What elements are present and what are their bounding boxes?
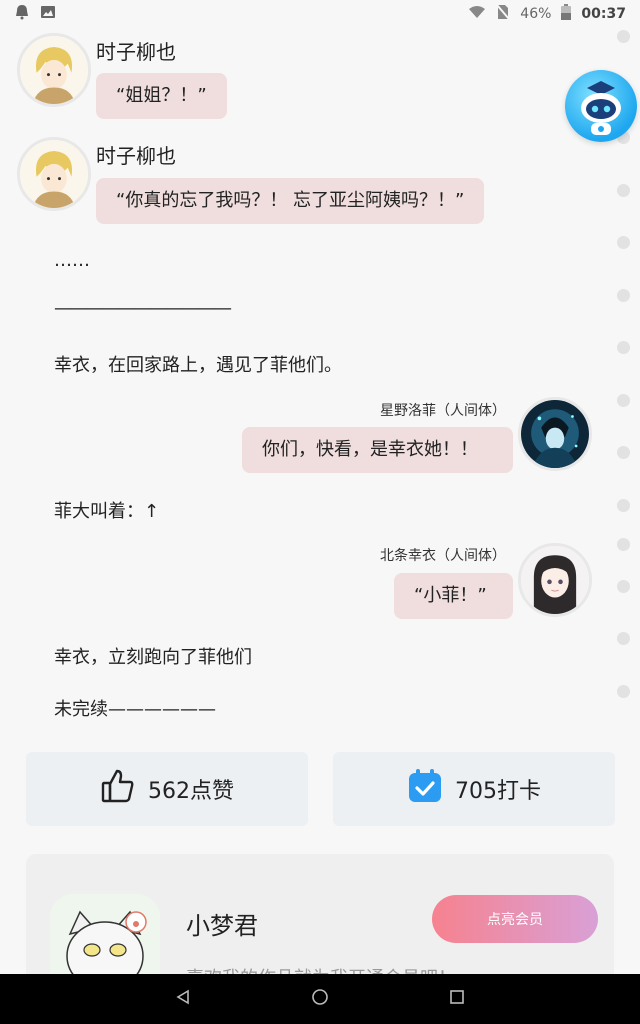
battery-percent: 46% <box>520 6 552 22</box>
recents-icon[interactable] <box>449 989 465 1010</box>
chat-bubble[interactable]: 你们，快看，是幸衣她！！ <box>242 427 513 473</box>
sender-name: 北条幸衣（人间体） <box>380 548 506 564</box>
narration-text: 幸衣，在回家路上，遇见了菲他们。 <box>54 355 342 376</box>
sender-name: 时子柳也 <box>96 40 176 64</box>
battery-icon <box>561 4 572 24</box>
avatar[interactable] <box>17 137 91 211</box>
avatar[interactable] <box>518 397 592 471</box>
chat-bubble[interactable]: “小菲！” <box>394 573 513 619</box>
narration-text: 菲大叫着：↑ <box>54 501 160 522</box>
sender-name: 时子柳也 <box>96 144 176 168</box>
like-count: 562点赞 <box>148 779 234 804</box>
checkin-button[interactable]: 705打卡 <box>333 752 615 826</box>
navigation-bar <box>0 974 640 1024</box>
wifi-icon <box>468 5 486 23</box>
sender-name: 星野洛菲（人间体） <box>380 403 506 419</box>
narration-text: ——————————— <box>54 298 232 319</box>
chat-bubble[interactable]: “姐姐？！” <box>96 73 227 119</box>
rail-dot[interactable] <box>617 341 630 354</box>
narration-text: 幸衣，立刻跑向了菲他们 <box>54 647 252 668</box>
calendar-check-icon <box>407 768 443 810</box>
clock: 00:37 <box>581 6 626 22</box>
status-bar: 46% 00:37 <box>0 0 640 28</box>
author-avatar[interactable] <box>50 894 160 984</box>
thumbs-up-icon <box>100 768 136 810</box>
rail-dot[interactable] <box>617 30 630 43</box>
narration-text: …… <box>54 250 90 271</box>
rail-dot[interactable] <box>617 236 630 249</box>
chat-bubble[interactable]: “你真的忘了我吗？！ 忘了亚尘阿姨吗？！” <box>96 178 485 224</box>
checkin-count: 705打卡 <box>455 779 541 804</box>
no-sim-icon <box>496 4 511 24</box>
back-icon[interactable] <box>175 989 191 1010</box>
image-icon <box>40 4 56 24</box>
avatar[interactable] <box>518 543 592 617</box>
avatar[interactable] <box>17 33 91 107</box>
like-button[interactable]: 562点赞 <box>26 752 308 826</box>
rail-dot[interactable] <box>617 685 630 698</box>
rail-dot[interactable] <box>617 394 630 407</box>
rail-dot[interactable] <box>617 446 630 459</box>
rail-dot[interactable] <box>617 499 630 512</box>
activate-membership-button[interactable]: 点亮会员 <box>432 895 598 943</box>
notification-icon <box>14 4 30 24</box>
narration-text: 未完续—————— <box>54 699 216 720</box>
rail-dot[interactable] <box>617 580 630 593</box>
robot-assistant-icon[interactable] <box>565 70 637 142</box>
rail-dot[interactable] <box>617 538 630 551</box>
rail-dot[interactable] <box>617 632 630 645</box>
home-icon[interactable] <box>311 988 329 1011</box>
author-card: 小梦君 喜欢我的作品就为我开通会员吧！ 点亮会员 <box>26 854 614 984</box>
author-name: 小梦君 <box>186 912 258 940</box>
rail-dot[interactable] <box>617 289 630 302</box>
rail-dot[interactable] <box>617 184 630 197</box>
